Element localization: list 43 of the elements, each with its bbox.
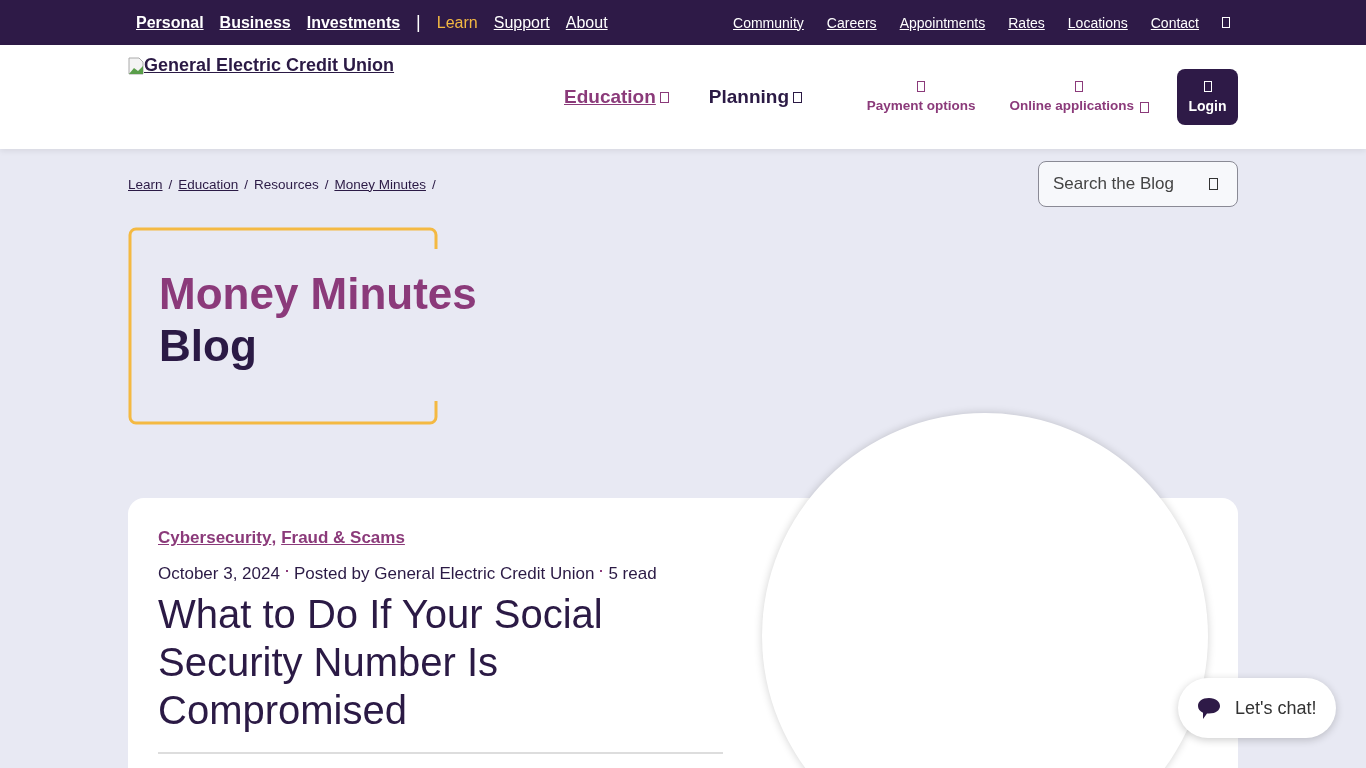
utility-link[interactable]: Community xyxy=(733,14,804,31)
separator: | xyxy=(416,12,421,33)
breadcrumb-link[interactable]: Learn xyxy=(128,176,163,192)
chat-button[interactable]: Let's chat! xyxy=(1178,678,1336,738)
nav-link[interactable]: Investments xyxy=(306,13,401,32)
category-link[interactable]: Fraud & Scams xyxy=(281,528,405,548)
post-meta: October 3, 2024 xyxy=(158,564,280,584)
post-meta: Posted by General Electric Credit Union xyxy=(293,564,595,584)
search-field[interactable]: Search the Blog xyxy=(1038,161,1238,207)
icon-placeholder-icon xyxy=(917,81,926,92)
nav-link[interactable]: Learn xyxy=(436,13,478,32)
nav-link[interactable]: About xyxy=(565,13,608,32)
breadcrumb-separator: / xyxy=(244,176,249,192)
hero-subtitle: Blog xyxy=(159,321,257,371)
header-action[interactable]: Payment options xyxy=(860,80,982,114)
post-meta: 5 read xyxy=(608,564,657,584)
nav-link[interactable]: Business xyxy=(219,13,291,32)
hero-title: Money Minutes xyxy=(159,268,477,320)
breadcrumb-separator: / xyxy=(168,176,173,192)
utility-link[interactable]: Rates xyxy=(1008,14,1045,31)
logo-link[interactable]: General Electric Credit Union xyxy=(128,55,395,76)
utility-link[interactable]: Appointments xyxy=(899,14,986,31)
comma: , xyxy=(271,528,277,548)
utility-link[interactable]: Locations xyxy=(1067,14,1128,31)
post-title: What to Do If Your Social Security Number Is Compromised xyxy=(158,591,604,734)
speech-bubble-icon xyxy=(1197,696,1221,720)
header-action[interactable]: Online applications xyxy=(1003,80,1155,114)
nav-link[interactable]: Personal xyxy=(136,13,204,32)
icon-placeholder-icon xyxy=(1203,80,1212,92)
breadcrumb-link[interactable]: Education xyxy=(178,176,239,192)
utility-link[interactable]: Contact xyxy=(1150,14,1199,31)
icon-placeholder-icon xyxy=(1075,81,1084,92)
breadcrumb-current: Resources xyxy=(254,176,319,192)
nav-menu-item[interactable]: Education xyxy=(564,86,669,108)
nav-menu-item[interactable]: Planning xyxy=(708,86,803,108)
breadcrumb-separator: / xyxy=(431,176,436,192)
login-button[interactable]: Login xyxy=(1177,69,1238,125)
breadcrumb-separator: / xyxy=(324,176,329,192)
broken-image-icon xyxy=(128,56,144,75)
nav-link[interactable]: Support xyxy=(493,13,550,32)
breadcrumb-link[interactable]: Money Minutes xyxy=(334,176,426,192)
category-link[interactable]: Cybersecurity xyxy=(158,528,272,548)
utility-link[interactable]: Careers xyxy=(826,14,877,31)
